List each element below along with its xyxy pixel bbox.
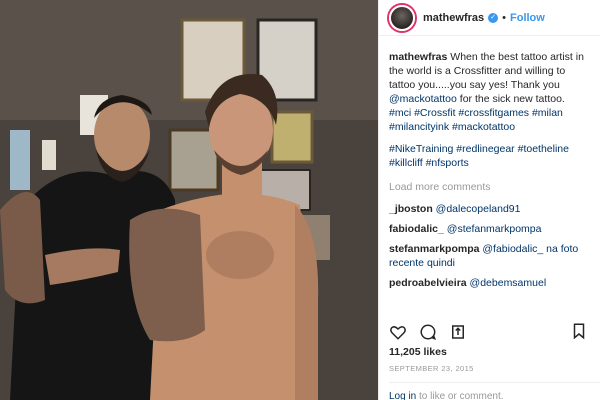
caption-mention[interactable]: @mackotattoo — [389, 93, 457, 105]
verified-badge-icon: ✓ — [488, 12, 499, 23]
post-header: mathewfras ✓ • Follow — [379, 0, 600, 36]
caption-text-2: for the sick new tattoo. — [456, 93, 565, 105]
load-more-comments-button[interactable]: Load more comments — [389, 180, 592, 194]
caption-username[interactable]: mathewfras — [389, 51, 447, 63]
login-link[interactable]: Log in — [389, 391, 416, 400]
comments-section: mathewfras When the best tattoo artist i… — [389, 50, 592, 296]
follow-button[interactable]: Follow — [510, 12, 545, 24]
action-bar — [389, 322, 590, 342]
post-photo[interactable] — [0, 0, 378, 400]
comment-username[interactable]: stefanmarkpompa — [389, 243, 479, 255]
login-text: to like or comment. — [416, 391, 504, 400]
post-sidebar: mathewfras ✓ • Follow mathewfras When th… — [378, 0, 600, 400]
comment-item: fabiodalic_ @stefanmarkpompa — [389, 222, 592, 236]
bookmark-icon[interactable] — [570, 322, 588, 340]
caption-hashtags-1[interactable]: #mci #Crossfit #crossfitgames #milan #mi… — [389, 106, 592, 134]
heart-icon[interactable] — [389, 323, 407, 341]
comment-item: pedroabelvieira @debemsamuel — [389, 276, 592, 290]
likes-count[interactable]: 11,205 likes — [389, 346, 447, 358]
comment-icon[interactable] — [419, 323, 437, 341]
comment-username[interactable]: _jboston — [389, 203, 433, 215]
separator-dot: • — [502, 11, 506, 24]
comment-text[interactable]: @debemsamuel — [470, 277, 547, 289]
avatar[interactable] — [389, 4, 415, 31]
photo-illustration — [0, 0, 378, 400]
comment-text[interactable]: @dalecopeland91 — [436, 203, 521, 215]
instagram-post: mathewfras ✓ • Follow mathewfras When th… — [0, 0, 600, 400]
comment-text[interactable]: @stefanmarkpompa — [447, 223, 542, 235]
comment-item: stefanmarkpompa @fabiodalic_ na foto rec… — [389, 242, 592, 270]
login-prompt: Log in to like or comment. — [389, 382, 600, 400]
caption: mathewfras When the best tattoo artist i… — [389, 50, 592, 170]
comment-username[interactable]: fabiodalic_ — [389, 223, 444, 235]
header-username[interactable]: mathewfras — [423, 12, 484, 24]
comment-username[interactable]: pedroabelvieira — [389, 277, 467, 289]
caption-hashtags-2[interactable]: #NikeTraining #redlinegear #toetheline #… — [389, 142, 592, 170]
comment-item: _jboston @dalecopeland91 — [389, 202, 592, 216]
post-date: SEPTEMBER 23, 2015 — [389, 364, 474, 373]
share-icon[interactable] — [449, 323, 467, 341]
